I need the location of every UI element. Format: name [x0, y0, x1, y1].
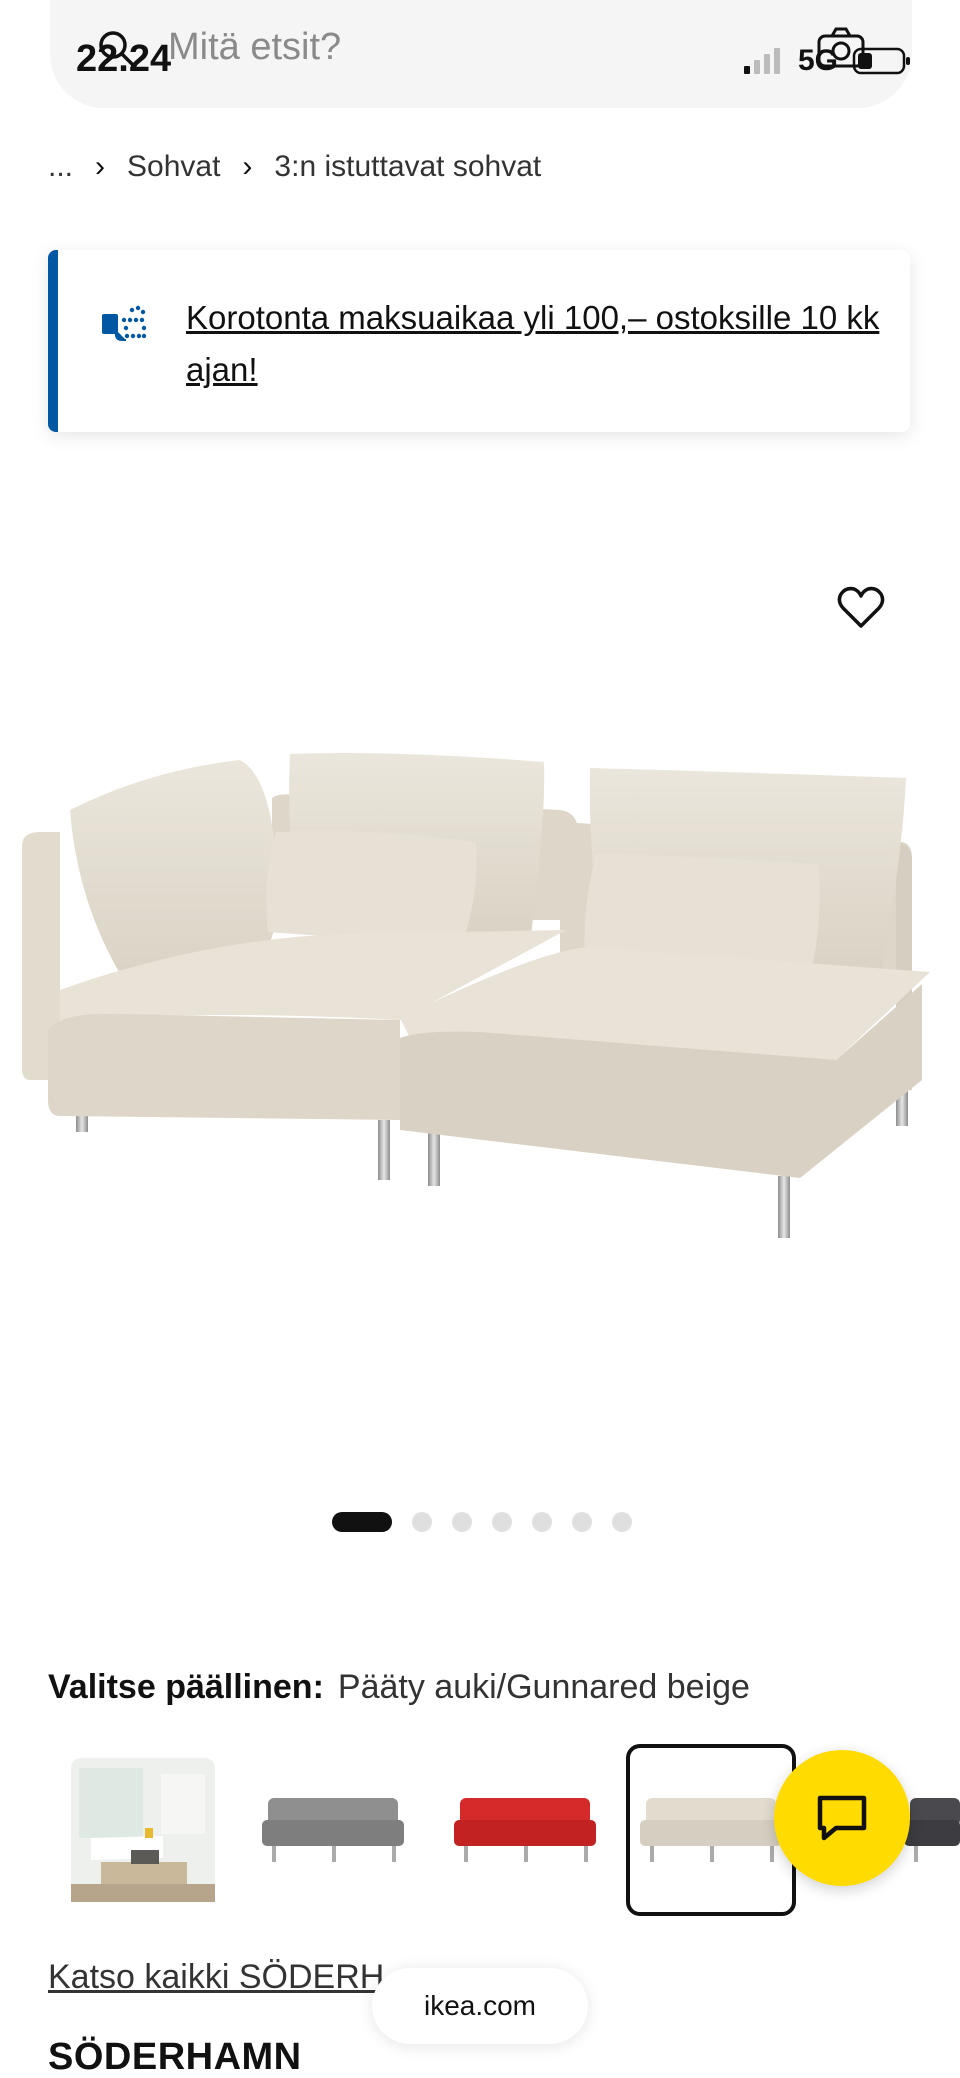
breadcrumb-sofas[interactable]: Sohvat	[127, 150, 220, 184]
beige-sofa-thumbnail	[640, 1798, 782, 1862]
basket-icon	[102, 305, 147, 341]
financing-banner-link[interactable]: Korotonta maksuaikaa yli 100,– ostoksill…	[186, 292, 886, 396]
breadcrumb-separator: ›	[242, 150, 253, 183]
cover-selector-label: Valitse päällinen: Pääty auki/Gunnared be…	[48, 1668, 750, 1707]
cover-option-beige-selected[interactable]	[626, 1744, 796, 1916]
heart-icon[interactable]	[836, 584, 886, 630]
pager-dot[interactable]	[572, 1512, 592, 1532]
network-label: 5G	[798, 44, 839, 77]
cover-label-title: Valitse päällinen:	[48, 1668, 324, 1706]
red-sofa-thumbnail	[454, 1798, 596, 1862]
gallery-pager	[332, 1510, 632, 1534]
breadcrumb: ... › Sohvat › 3:n istuttavat sohvat	[48, 150, 541, 184]
cover-option-room-photo[interactable]	[58, 1744, 228, 1916]
breadcrumb-separator: ›	[95, 150, 106, 183]
pager-dot[interactable]	[492, 1512, 512, 1532]
status-time: 22.24	[76, 38, 172, 80]
pager-dot[interactable]	[532, 1512, 552, 1532]
chat-icon	[817, 1795, 867, 1841]
chat-button[interactable]	[774, 1750, 910, 1886]
browser-url-pill[interactable]: ikea.com	[372, 1968, 588, 2044]
breadcrumb-ellipsis[interactable]: ...	[48, 150, 73, 184]
see-all-link[interactable]: Katso kaikki SÖDERH	[48, 1958, 408, 1997]
product-name: SÖDERHAMN	[48, 2036, 302, 2078]
pager-dot[interactable]	[612, 1512, 632, 1532]
grey-sofa-thumbnail	[262, 1798, 404, 1862]
search-input[interactable]: Mitä etsit?	[168, 26, 341, 69]
battery-icon	[852, 47, 910, 75]
dark-grey-sofa-thumbnail	[904, 1798, 960, 1862]
breadcrumb-3-seat-sofas[interactable]: 3:n istuttavat sohvat	[274, 150, 541, 184]
cover-option-red[interactable]	[440, 1744, 610, 1916]
signal-icon	[744, 48, 780, 74]
cover-option-grey[interactable]	[248, 1744, 418, 1916]
pager-dot[interactable]	[452, 1512, 472, 1532]
cover-selected-value: Pääty auki/Gunnared beige	[337, 1668, 750, 1706]
room-photo-thumbnail	[71, 1758, 215, 1902]
pager-dot[interactable]	[412, 1512, 432, 1532]
financing-banner[interactable]: Korotonta maksuaikaa yli 100,– ostoksill…	[48, 250, 910, 432]
product-image[interactable]	[0, 560, 960, 1260]
pager-dot-active[interactable]	[332, 1512, 392, 1532]
